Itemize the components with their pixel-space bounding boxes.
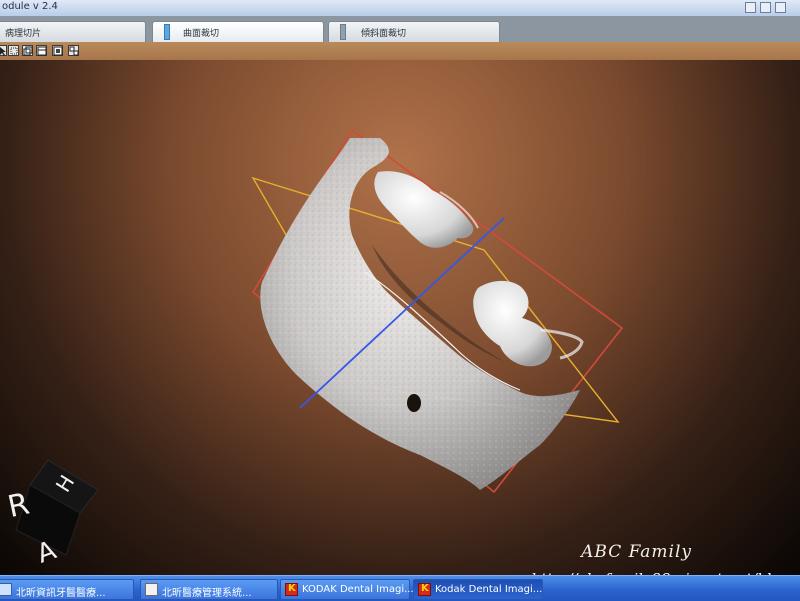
tab-label: 傾斜面裁切 [361, 29, 407, 39]
taskbar-item[interactable]: Kodak Dental Imagi... [413, 579, 543, 600]
watermark-title: ABC Family [581, 542, 692, 562]
taskbar-item-label: 北昕資訊牙醫醫療... [16, 588, 106, 599]
taskbar-item-label: Kodak Dental Imagi... [435, 584, 543, 595]
view-3-icon[interactable] [52, 45, 63, 56]
orientation-cube[interactable]: H R A [6, 455, 106, 565]
taskbar-item-label: KODAK Dental Imagi... [302, 584, 414, 595]
tab-pathology-slice[interactable]: 病理切片 [0, 21, 146, 42]
view-2-icon[interactable] [36, 45, 47, 56]
app-icon [0, 583, 12, 596]
taskbar-item[interactable]: 北昕醫療管理系統... [140, 579, 278, 600]
tab-label: 病理切片 [5, 29, 42, 39]
3d-viewport[interactable]: H R A ABC Family http://abcfamily88.pixn… [0, 60, 800, 588]
document-icon [145, 583, 158, 596]
windows-taskbar: 北昕資訊牙醫醫療... 北昕醫療管理系統... KODAK Dental Ima… [0, 575, 800, 601]
window-title: odule v 2.4 [2, 1, 58, 12]
jaw-3d-render[interactable] [0, 60, 800, 575]
tab-bar: 病理切片 曲面裁切 傾斜面裁切 [0, 16, 800, 42]
taskbar-item[interactable]: 北昕資訊牙醫醫療... [0, 579, 134, 600]
taskbar-item-label: 北昕醫療管理系統... [162, 588, 252, 599]
window-title-bar: odule v 2.4 [0, 0, 800, 17]
view-4-icon[interactable] [68, 45, 79, 56]
tooth-upper [374, 171, 479, 248]
tab-oblique-cut[interactable]: 傾斜面裁切 [328, 21, 500, 42]
taskbar-item[interactable]: KODAK Dental Imagi... [280, 579, 414, 600]
tab-marker-icon [340, 24, 346, 40]
maximize-button[interactable] [760, 2, 771, 13]
close-button[interactable] [775, 2, 786, 13]
tab-curved-cut[interactable]: 曲面裁切 [152, 21, 324, 42]
view-1-icon[interactable] [22, 45, 33, 56]
kodak-icon [418, 583, 431, 596]
select-region-icon[interactable] [8, 45, 19, 56]
kodak-icon [285, 583, 298, 596]
minimize-button[interactable] [745, 2, 756, 13]
pointer-icon[interactable] [0, 45, 7, 56]
view-toolbar [0, 42, 800, 60]
tab-marker-icon [164, 24, 170, 40]
tab-label: 曲面裁切 [183, 29, 220, 39]
